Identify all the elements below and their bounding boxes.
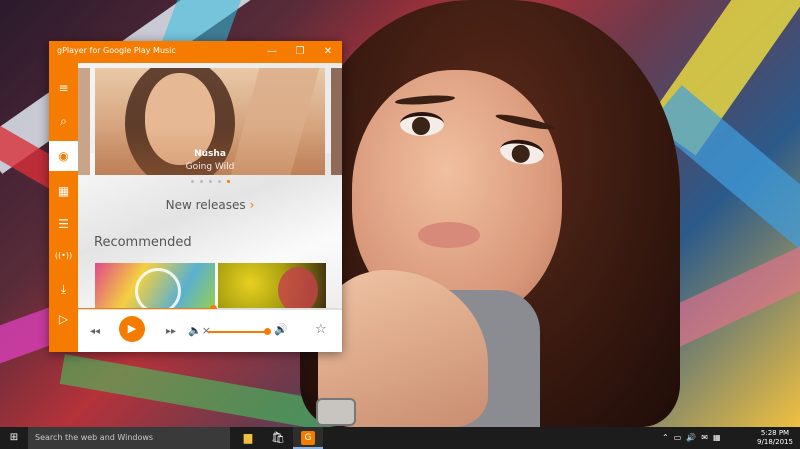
carousel-dot[interactable] [190,180,194,183]
system-tray: ⌃ ▭ 🔊 ✉ ▦ [662,427,742,449]
keyboard-icon[interactable]: ▦ [713,433,721,442]
search-placeholder: Search the web and Windows [35,433,154,442]
menu-icon[interactable]: ≡ [49,73,78,103]
next-track-button[interactable]: ▸▸ [166,326,176,337]
clock-time: 5:28 PM [760,429,790,437]
store-icon[interactable]: 🛍 [263,427,293,449]
carousel-dot[interactable] [208,180,212,183]
clock-date: 9/18/2015 [757,438,793,446]
wallpaper-person-eye [400,112,444,136]
album-art-graphic [135,268,181,309]
favorite-star-icon[interactable]: ☆ [315,322,327,337]
carousel-dot[interactable] [199,180,203,183]
carousel-dot[interactable] [217,180,221,183]
new-releases-link[interactable]: New releases › [78,198,342,212]
notifications-icon[interactable]: ✉ [701,433,708,442]
network-icon[interactable]: ▭ [674,433,682,442]
volume-max-icon[interactable]: 🔊 [274,323,288,336]
playlists-icon[interactable]: ☰ [49,209,78,239]
carousel-prev-card[interactable] [78,68,90,175]
play-button[interactable]: ▶ [119,316,145,342]
previous-track-button[interactable]: ◂◂ [90,326,100,337]
search-icon[interactable]: ⌕ [49,106,78,136]
volume-slider[interactable] [208,328,271,335]
chevron-up-icon[interactable]: ⌃ [662,433,669,442]
taskbar: ⊞ Search the web and Windows ▆ 🛍 G ⌃ ▭ 🔊 ✉ ▦… [0,427,800,449]
wallpaper-person-lips [418,222,480,248]
navigation-rail: ≡ ⌕ ◉ ▦ ☰ ((•)) ⤓ ▷ [49,63,78,352]
featured-artist: Nusha [194,149,226,159]
gplayer-icon: G [301,431,315,445]
title-bar[interactable]: gPlayer for Google Play Music — ❐ ✕ [49,41,342,63]
carousel-pagination [78,180,342,183]
new-releases-label: New releases [165,198,246,212]
carousel-dot-active[interactable] [226,180,230,183]
recommended-album-card[interactable] [218,263,326,309]
taskbar-search[interactable]: Search the web and Windows [28,427,230,449]
downloads-icon[interactable]: ⤓ [49,274,78,304]
recommended-heading: Recommended [94,235,192,250]
start-button[interactable]: ⊞ [0,427,28,449]
main-content: Nusha Going Wild New releases › Recommend… [78,63,342,309]
radio-icon[interactable]: ((•)) [49,241,78,271]
album-art-graphic [278,267,318,309]
wallpaper-person-watch [316,398,356,426]
featured-album-card[interactable]: Nusha Going Wild [95,68,325,175]
library-icon[interactable]: ▦ [49,176,78,206]
maximize-button[interactable]: ❐ [286,41,314,63]
recommended-album-card[interactable] [95,263,215,309]
carousel-next-card[interactable] [331,68,342,175]
chevron-right-icon: › [249,198,255,212]
gplayer-taskbar-button[interactable]: G [293,427,323,449]
volume-fill [208,331,268,333]
volume-handle[interactable] [264,328,271,335]
player-controls: ◂◂ ▶ ▸▸ 🔈× 🔊 ☆ [78,309,342,352]
listen-now-icon[interactable]: ◉ [49,141,78,171]
gplayer-window: gPlayer for Google Play Music — ❐ ✕ ≡ ⌕ … [49,41,342,352]
file-explorer-icon[interactable]: ▆ [233,427,263,449]
speaker-icon[interactable]: 🔊 [686,433,696,442]
close-button[interactable]: ✕ [314,41,342,63]
minimize-button[interactable]: — [258,41,286,63]
clock[interactable]: 5:28 PM 9/18/2015 [752,429,798,447]
window-title: gPlayer for Google Play Music [57,46,176,55]
now-playing-icon[interactable]: ▷ [49,304,78,334]
featured-album-title: Going Wild [185,162,235,172]
